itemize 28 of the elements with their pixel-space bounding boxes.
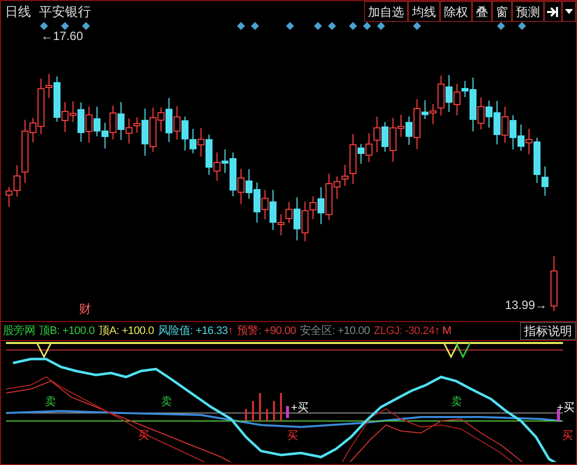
caret-icon[interactable] [562, 1, 576, 22]
buy-signal: +买 [291, 403, 308, 414]
buy-signal: 买 [138, 431, 149, 442]
event-marker: 财 [79, 303, 91, 315]
legend-item: 股旁网 [3, 326, 36, 336]
legend-item: 安全区: +10.00 [300, 326, 370, 336]
toolbar-button[interactable]: 叠 [472, 1, 492, 22]
toolbar-button[interactable]: 加自选 [364, 1, 408, 22]
legend-item: ZLGJ: -30.24↑ M [374, 326, 452, 336]
legend-item: 风险值: +16.33↑ [158, 326, 233, 336]
legend-item: 顶A: +100.0 [98, 326, 154, 336]
toolbar-button[interactable]: 窗 [492, 1, 512, 22]
sell-signal: 卖 [451, 397, 462, 408]
stock-name: 平安银行 [39, 5, 91, 18]
buy-signal: 买 [562, 431, 573, 442]
toolbar-button[interactable]: 均线 [408, 1, 440, 22]
toolbar-button[interactable]: 预测 [512, 1, 544, 22]
toolbar-button[interactable]: 除权 [440, 1, 472, 22]
buy-signal: +买 [557, 403, 574, 414]
high-price-label: ←17.60 [41, 30, 84, 42]
low-price-label: 13.99→ [505, 299, 548, 311]
buy-signal: 买 [287, 431, 298, 442]
legend-item: 预警: +90.00 [236, 326, 296, 336]
indicator-help-button[interactable]: 指标说明 [520, 322, 576, 340]
sell-signal: 卖 [161, 397, 172, 408]
legend-item: 顶B: +100.0 [39, 326, 95, 336]
period-label[interactable]: 日线 [5, 5, 31, 18]
sell-signal: 卖 [45, 397, 56, 408]
